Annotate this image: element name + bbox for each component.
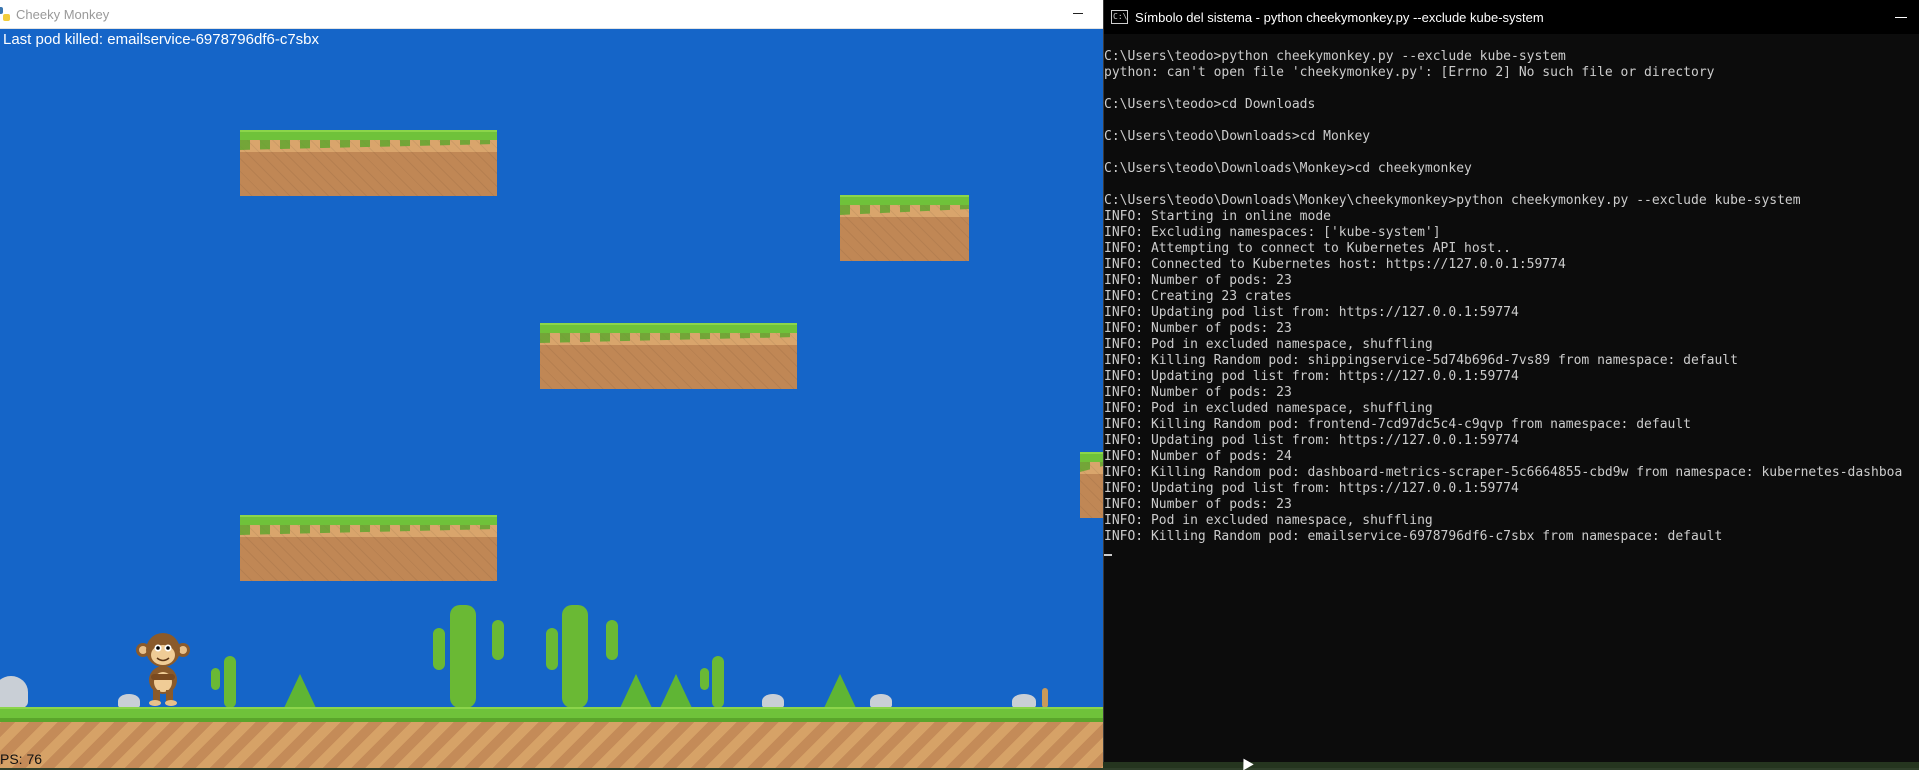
python-app-icon xyxy=(0,7,10,21)
console-line: INFO: Pod in excluded namespace, shuffli… xyxy=(1104,337,1433,352)
console-line: INFO: Connected to Kubernetes host: http… xyxy=(1104,257,1566,272)
platform xyxy=(240,515,497,581)
grass-tuft xyxy=(824,674,856,708)
console-window[interactable]: C:\ Símbolo del sistema - python cheekym… xyxy=(1103,0,1919,768)
console-line: INFO: Killing Random pod: shippingservic… xyxy=(1104,353,1738,368)
game-minimize-button[interactable] xyxy=(1071,6,1085,20)
game-window[interactable]: Cheeky Monkey Last pod killed: emailserv… xyxy=(0,0,1103,768)
console-line: INFO: Killing Random pod: dashboard-metr… xyxy=(1104,465,1903,480)
monkey-player-sprite xyxy=(136,633,190,706)
console-titlebar[interactable]: C:\ Símbolo del sistema - python cheekym… xyxy=(1104,0,1919,34)
game-titlebar[interactable]: Cheeky Monkey xyxy=(0,0,1103,29)
console-line: INFO: Updating pod list from: https://12… xyxy=(1104,369,1519,384)
cactus xyxy=(450,605,476,708)
game-window-title: Cheeky Monkey xyxy=(16,6,110,22)
rock xyxy=(762,694,784,708)
rock xyxy=(1012,694,1036,708)
platform xyxy=(540,323,797,389)
console-line: C:\Users\teodo>cd Downloads xyxy=(1104,97,1316,112)
small-cactus xyxy=(1042,688,1048,708)
console-line: INFO: Killing Random pod: frontend-7cd97… xyxy=(1104,417,1691,432)
cactus xyxy=(562,605,588,708)
console-line: INFO: Number of pods: 23 xyxy=(1104,321,1292,336)
desktop-background xyxy=(1103,762,1919,768)
cactus-arm xyxy=(546,628,558,670)
console-cursor-line xyxy=(1104,545,1919,561)
console-line: C:\Users\teodo\Downloads\Monkey>cd cheek… xyxy=(1104,161,1472,176)
console-line: C:\Users\teodo>python cheekymonkey.py --… xyxy=(1104,49,1566,64)
last-pod-killed-label: Last pod killed: emailservice-6978796df6… xyxy=(3,31,320,48)
cactus-arm xyxy=(606,620,618,660)
rock xyxy=(870,694,892,708)
console-line: INFO: Number of pods: 23 xyxy=(1104,273,1292,288)
console-line: INFO: Pod in excluded namespace, shuffli… xyxy=(1104,513,1433,528)
console-window-title: Símbolo del sistema - python cheekymonke… xyxy=(1135,9,1544,25)
console-line: INFO: Killing Random pod: emailservice-6… xyxy=(1104,529,1723,544)
console-line: INFO: Pod in excluded namespace, shuffli… xyxy=(1104,401,1433,416)
cactus-arm xyxy=(433,628,445,670)
cactus-arm xyxy=(700,668,709,690)
console-line: INFO: Creating 23 crates xyxy=(1104,289,1292,304)
console-line: INFO: Number of pods: 24 xyxy=(1104,449,1292,464)
platform xyxy=(240,130,497,196)
grass-tuft xyxy=(284,674,316,708)
console-output[interactable]: C:\Users\teodo>python cheekymonkey.py --… xyxy=(1104,49,1919,749)
console-line: INFO: Excluding namespaces: ['kube-syste… xyxy=(1104,225,1441,240)
grass-tuft xyxy=(660,674,692,708)
platform-partial xyxy=(1080,452,1103,518)
console-line: INFO: Starting in online mode xyxy=(1104,209,1331,224)
cactus xyxy=(712,656,724,708)
console-line: INFO: Updating pod list from: https://12… xyxy=(1104,433,1519,448)
console-line: INFO: Number of pods: 23 xyxy=(1104,385,1292,400)
console-line: C:\Users\teodo\Downloads>cd Monkey xyxy=(1104,129,1371,144)
console-line: python: can't open file 'cheekymonkey.py… xyxy=(1104,65,1715,80)
rock xyxy=(0,676,28,708)
text-cursor-icon xyxy=(1104,554,1112,556)
command-prompt-icon: C:\ xyxy=(1111,10,1128,24)
console-line: INFO: Attempting to connect to Kubernete… xyxy=(1104,241,1511,256)
console-line: INFO: Number of pods: 23 xyxy=(1104,497,1292,512)
fps-counter: PS: 76 xyxy=(0,751,43,767)
grass-tuft xyxy=(620,674,652,708)
console-line: INFO: Updating pod list from: https://12… xyxy=(1104,305,1519,320)
console-minimize-button[interactable] xyxy=(1894,10,1908,24)
cactus-arm xyxy=(211,668,220,690)
console-line: INFO: Updating pod list from: https://12… xyxy=(1104,481,1519,496)
cactus xyxy=(224,656,236,708)
cactus-arm xyxy=(492,620,504,660)
ground xyxy=(0,707,1103,768)
platform xyxy=(840,195,969,261)
console-line: C:\Users\teodo\Downloads\Monkey\cheekymo… xyxy=(1104,193,1801,208)
